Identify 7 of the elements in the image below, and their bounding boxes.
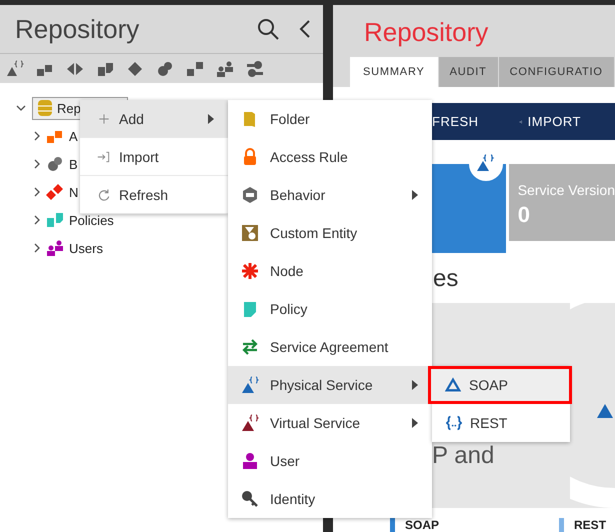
stat-label: Service Version bbox=[518, 182, 615, 198]
panel-title: Repository bbox=[363, 17, 490, 49]
panel-title: Repository bbox=[15, 14, 140, 44]
legend-item: REST bbox=[559, 518, 606, 532]
section-heading: es bbox=[432, 264, 460, 294]
stat-value: 0 bbox=[518, 202, 531, 228]
chart-heading: P and bbox=[431, 442, 494, 471]
